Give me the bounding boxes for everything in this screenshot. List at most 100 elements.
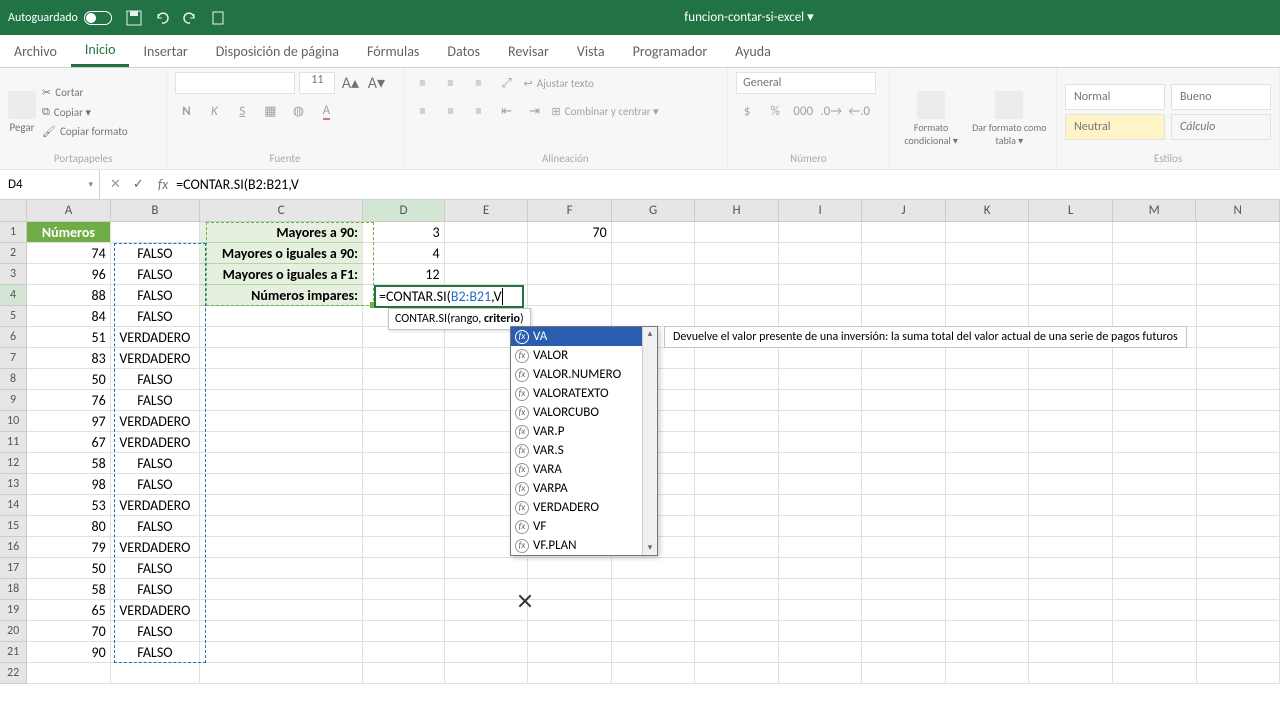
- cell[interactable]: [612, 600, 696, 621]
- merge-button[interactable]: ⊞Combinar y centrar ▾: [552, 100, 659, 122]
- cell[interactable]: FALSO: [111, 474, 200, 495]
- cell[interactable]: FALSO: [111, 642, 200, 663]
- row-header[interactable]: 20: [0, 621, 27, 642]
- select-all-corner[interactable]: [0, 200, 27, 221]
- cell[interactable]: [695, 348, 779, 369]
- cell[interactable]: [946, 243, 1030, 264]
- cell[interactable]: [862, 621, 946, 642]
- cell[interactable]: [1197, 348, 1280, 369]
- cell[interactable]: [1113, 621, 1197, 642]
- cell[interactable]: 53: [27, 495, 111, 516]
- cell[interactable]: [445, 579, 529, 600]
- cell[interactable]: [363, 621, 445, 642]
- cell[interactable]: [1197, 453, 1280, 474]
- bold-button[interactable]: N: [175, 100, 197, 122]
- autocomplete-item[interactable]: fxVA: [511, 327, 657, 346]
- row-header[interactable]: 10: [0, 411, 27, 432]
- inc-decimal-button[interactable]: .0→: [820, 100, 842, 122]
- cell[interactable]: [1029, 411, 1113, 432]
- cell[interactable]: [1113, 474, 1197, 495]
- cell[interactable]: [1197, 663, 1280, 684]
- cell[interactable]: [528, 621, 612, 642]
- cell[interactable]: [946, 264, 1030, 285]
- cell[interactable]: [363, 558, 445, 579]
- cell[interactable]: [363, 642, 445, 663]
- currency-button[interactable]: $: [736, 100, 758, 122]
- cell[interactable]: 88: [27, 285, 111, 306]
- format-as-table-button[interactable]: Dar formato como tabla ▾: [971, 91, 1048, 147]
- cell[interactable]: [1113, 558, 1197, 579]
- autocomplete-item[interactable]: fxVAR.S: [511, 441, 657, 460]
- cell[interactable]: [1113, 348, 1197, 369]
- cell[interactable]: FALSO: [111, 306, 200, 327]
- cell[interactable]: FALSO: [111, 579, 200, 600]
- col-header[interactable]: A: [27, 200, 111, 221]
- autocomplete-item[interactable]: fxVF: [511, 517, 657, 536]
- cell[interactable]: [779, 579, 863, 600]
- cell[interactable]: [946, 537, 1030, 558]
- cell[interactable]: [528, 579, 612, 600]
- cell[interactable]: FALSO: [111, 621, 200, 642]
- cell[interactable]: [1029, 516, 1113, 537]
- cell[interactable]: [200, 453, 363, 474]
- cell[interactable]: [200, 558, 363, 579]
- cell[interactable]: [1029, 369, 1113, 390]
- cell[interactable]: 74: [27, 243, 111, 264]
- spreadsheet-grid[interactable]: A B C D E F G H I J K L M N 1NúmerosMayo…: [0, 200, 1280, 684]
- align-right-icon[interactable]: ≡: [468, 100, 490, 122]
- cell[interactable]: [695, 285, 779, 306]
- cell[interactable]: [528, 243, 612, 264]
- cell[interactable]: [363, 537, 445, 558]
- cell[interactable]: [862, 663, 946, 684]
- row-header[interactable]: 18: [0, 579, 27, 600]
- cell[interactable]: Números: [27, 222, 111, 243]
- col-header[interactable]: K: [946, 200, 1030, 221]
- cell[interactable]: [779, 411, 863, 432]
- cell[interactable]: 80: [27, 516, 111, 537]
- row-header[interactable]: 3: [0, 264, 27, 285]
- cell[interactable]: [612, 663, 696, 684]
- cell[interactable]: [200, 306, 363, 327]
- cancel-formula-icon[interactable]: ✕: [110, 177, 121, 192]
- cell[interactable]: [1029, 474, 1113, 495]
- cell[interactable]: [862, 264, 946, 285]
- cell[interactable]: [528, 600, 612, 621]
- cell[interactable]: [363, 348, 445, 369]
- tab-archivo[interactable]: Archivo: [0, 35, 71, 67]
- formula-autocomplete[interactable]: ▴▾ fxVAfxVALORfxVALOR.NUMEROfxVALORATEXT…: [510, 326, 658, 556]
- autosave-toggle[interactable]: Autoguardado: [8, 11, 112, 25]
- cell[interactable]: [946, 495, 1030, 516]
- autocomplete-item[interactable]: fxVAR.P: [511, 422, 657, 441]
- cell[interactable]: [1197, 516, 1280, 537]
- cell[interactable]: 4: [363, 243, 445, 264]
- cell[interactable]: [1197, 243, 1280, 264]
- cell[interactable]: [695, 495, 779, 516]
- cell[interactable]: [1029, 222, 1113, 243]
- cell[interactable]: [1113, 432, 1197, 453]
- cell[interactable]: [528, 663, 612, 684]
- tab-vista[interactable]: Vista: [563, 35, 619, 67]
- cell[interactable]: [862, 495, 946, 516]
- cell[interactable]: Mayores o iguales a F1:: [200, 264, 363, 285]
- cell[interactable]: [862, 537, 946, 558]
- cell[interactable]: [1197, 558, 1280, 579]
- cell[interactable]: 58: [27, 453, 111, 474]
- cell[interactable]: [946, 663, 1030, 684]
- style-calc[interactable]: Cálculo: [1171, 114, 1271, 140]
- orientation-icon[interactable]: ⤢: [496, 72, 518, 94]
- cell[interactable]: [363, 495, 445, 516]
- cell[interactable]: FALSO: [111, 285, 200, 306]
- cell[interactable]: [612, 264, 696, 285]
- cell[interactable]: [1029, 390, 1113, 411]
- cell[interactable]: [779, 453, 863, 474]
- cell[interactable]: [946, 306, 1030, 327]
- row-header[interactable]: 19: [0, 600, 27, 621]
- cell[interactable]: [946, 390, 1030, 411]
- col-header[interactable]: E: [445, 200, 529, 221]
- cell[interactable]: [779, 306, 863, 327]
- cell[interactable]: [695, 558, 779, 579]
- tab-datos[interactable]: Datos: [433, 35, 494, 67]
- cell[interactable]: [779, 621, 863, 642]
- cell[interactable]: [1197, 600, 1280, 621]
- cell[interactable]: [862, 285, 946, 306]
